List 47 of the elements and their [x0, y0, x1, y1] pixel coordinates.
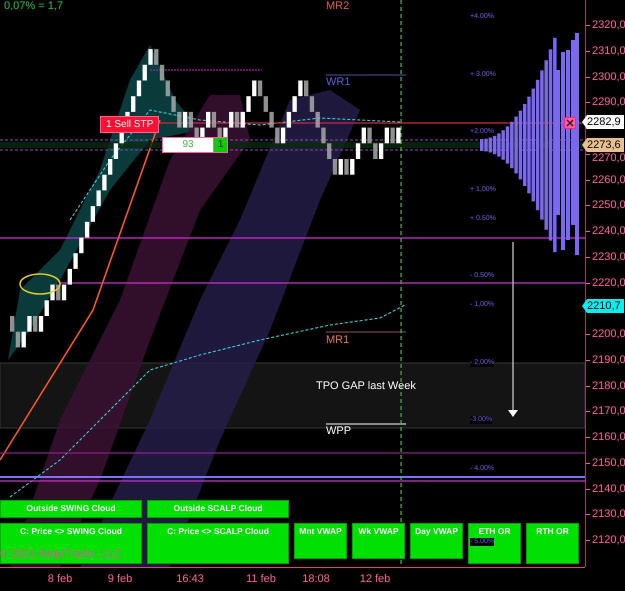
price-tag: 2210,7 — [582, 299, 624, 313]
signal-button[interactable]: Wk VWAP — [352, 523, 405, 559]
price-tag: 2273,6 — [582, 138, 624, 152]
price-label: 2120,0 — [592, 534, 625, 546]
price-label: 2310,0 — [592, 44, 625, 57]
price-label: 2200,0 — [592, 328, 625, 340]
time-label: 9 feb — [108, 573, 132, 585]
pivot-label: MR2 — [326, 0, 350, 12]
time-label: 8 feb — [48, 573, 72, 585]
price-tag: 2282,9 — [582, 115, 624, 129]
price-label: 2300,0 — [592, 70, 625, 82]
price-label: 2150,0 — [592, 456, 625, 469]
price-label: 2170,0 — [592, 405, 625, 418]
price-label: 2230,0 — [592, 250, 625, 263]
time-label: 11 feb — [246, 573, 276, 585]
price-label: 2290,0 — [592, 96, 625, 108]
signal-button[interactable]: Outside SCALP Cloud — [147, 500, 289, 518]
signal-button[interactable]: Outside SWING Cloud — [0, 500, 142, 518]
price-label: 2130,0 — [592, 508, 625, 520]
copyright-text: © 2021 NinjaTrader, LLC — [0, 548, 122, 560]
pivot-label: MR1 — [326, 334, 350, 346]
signal-button[interactable]: RTH OR — [526, 523, 579, 564]
price-label: 2320,0 — [592, 19, 625, 31]
price-label: 2140,0 — [592, 482, 625, 494]
price-label: 2220,0 — [592, 276, 625, 288]
price-label: 2180,0 — [592, 380, 625, 392]
price-label: 2260,0 — [592, 174, 625, 186]
order-tag[interactable]: 1 Sell STP — [100, 116, 160, 133]
time-label: 18:08 — [302, 573, 330, 585]
zone-label: TPO GAP last Week — [316, 380, 416, 392]
highlight-ellipse — [19, 273, 61, 295]
price-label: 2190,0 — [592, 354, 625, 366]
price-label: 2250,0 — [592, 199, 625, 212]
order-count: 1 — [213, 137, 228, 153]
scale-note: 0,07% = 1,7 — [4, 0, 64, 12]
pivot-label: WR1 — [326, 76, 350, 88]
signal-button[interactable]: Mnt VWAP — [294, 523, 347, 559]
price-label: 2270,0 — [592, 152, 625, 164]
pivot-label: WPP — [326, 425, 352, 437]
signal-button[interactable]: Day VWAP — [410, 523, 463, 559]
quantity-field[interactable]: 93 — [162, 137, 214, 153]
close-icon[interactable] — [564, 117, 576, 129]
signal-button[interactable]: C: Price <> SCALP Cloud — [147, 523, 289, 564]
time-label: 12 feb — [360, 573, 390, 585]
price-label: 2160,0 — [592, 431, 625, 443]
price-label: 2240,0 — [592, 225, 625, 237]
time-label: 16:43 — [176, 573, 204, 585]
